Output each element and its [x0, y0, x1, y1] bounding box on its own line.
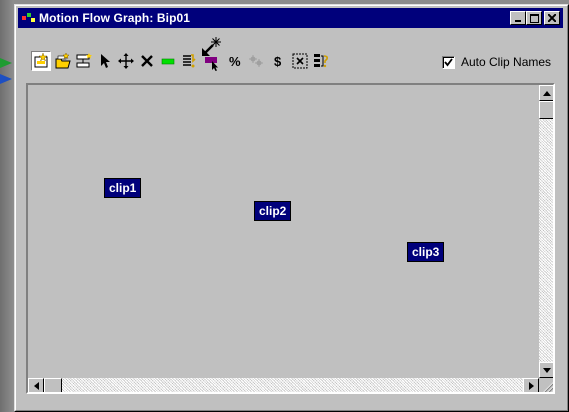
auto-clip-names-toggle[interactable]: Auto Clip Names — [442, 55, 551, 69]
graph-canvas[interactable]: clip1 clip2 clip3 — [26, 83, 555, 394]
move-clips-icon — [118, 53, 134, 69]
checkmark-icon — [444, 57, 453, 66]
zoom-extents-icon — [292, 53, 308, 69]
arrow-right-icon — [528, 382, 534, 390]
minimize-button[interactable] — [510, 11, 526, 25]
create-transition-button[interactable] — [74, 51, 94, 71]
clip-node-2[interactable]: clip2 — [254, 201, 292, 221]
create-random-motion-button[interactable] — [158, 51, 178, 71]
transition-percentage-button[interactable]: % — [225, 51, 245, 71]
horizontal-scroll-thumb[interactable] — [44, 378, 62, 392]
minimize-icon — [515, 20, 521, 22]
create-multiple-clips-icon — [55, 53, 71, 69]
show-scripts-button[interactable] — [179, 51, 199, 71]
scroll-right-button[interactable] — [523, 378, 539, 392]
create-multiple-clips-button[interactable] — [53, 51, 73, 71]
app-icon — [22, 11, 36, 25]
green-marker-icon — [0, 58, 12, 68]
vertical-scroll-thumb[interactable] — [539, 101, 553, 119]
auto-clip-names-label: Auto Clip Names — [461, 55, 552, 69]
delete-button[interactable] — [137, 51, 157, 71]
svg-text:%: % — [229, 54, 241, 69]
close-icon — [548, 14, 556, 22]
create-clip-button[interactable] — [31, 51, 51, 71]
horizontal-scrollbar[interactable] — [28, 378, 539, 392]
optimize-transitions-button[interactable] — [246, 51, 266, 71]
optimize-transitions-icon — [249, 55, 263, 67]
select-random-start-clip-button[interactable] — [200, 35, 222, 71]
close-button[interactable] — [544, 11, 560, 25]
show-scripts-icon — [183, 54, 196, 68]
auto-clip-names-checkbox[interactable] — [442, 55, 455, 69]
clip-node-3[interactable]: clip3 — [407, 242, 445, 262]
transition-percentage-icon: % — [229, 54, 241, 69]
arrow-down-icon — [543, 367, 551, 373]
desktop-edge — [0, 0, 14, 412]
create-clip-icon — [34, 53, 48, 68]
scroll-down-button[interactable] — [539, 362, 553, 378]
maximize-icon — [529, 13, 539, 23]
compute-cost-icon: $ — [274, 54, 282, 69]
motion-flow-graph-window: Motion Flow Graph: Bip01 % $ Auto Clip N… — [14, 4, 569, 412]
arrow-left-icon — [33, 382, 39, 390]
create-transition-icon — [76, 53, 92, 68]
clip-info-button[interactable] — [311, 51, 331, 71]
select-arrow-icon — [101, 54, 110, 68]
zoom-extents-button[interactable] — [290, 51, 310, 71]
create-random-motion-icon — [161, 58, 175, 65]
resize-grip-icon — [543, 382, 553, 392]
window-title: Motion Flow Graph: Bip01 — [39, 11, 191, 25]
svg-text:$: $ — [274, 54, 282, 69]
blue-marker-icon — [0, 74, 12, 84]
compute-cost-button[interactable]: $ — [269, 51, 289, 71]
select-random-start-clip-icon — [202, 37, 221, 71]
resize-grip[interactable] — [539, 378, 553, 392]
delete-icon — [141, 55, 153, 67]
move-clips-button[interactable] — [116, 51, 136, 71]
title-bar[interactable]: Motion Flow Graph: Bip01 — [18, 8, 563, 28]
arrow-up-icon — [543, 90, 551, 96]
vertical-scrollbar[interactable] — [539, 85, 553, 378]
maximize-button[interactable] — [526, 11, 542, 25]
clip-node-1[interactable]: clip1 — [104, 178, 142, 198]
toolbar: % $ Auto Clip Names — [18, 29, 563, 85]
clip-info-icon — [314, 54, 328, 68]
select-button[interactable] — [95, 51, 115, 71]
scroll-up-button[interactable] — [539, 85, 553, 101]
scroll-left-button[interactable] — [28, 378, 44, 392]
